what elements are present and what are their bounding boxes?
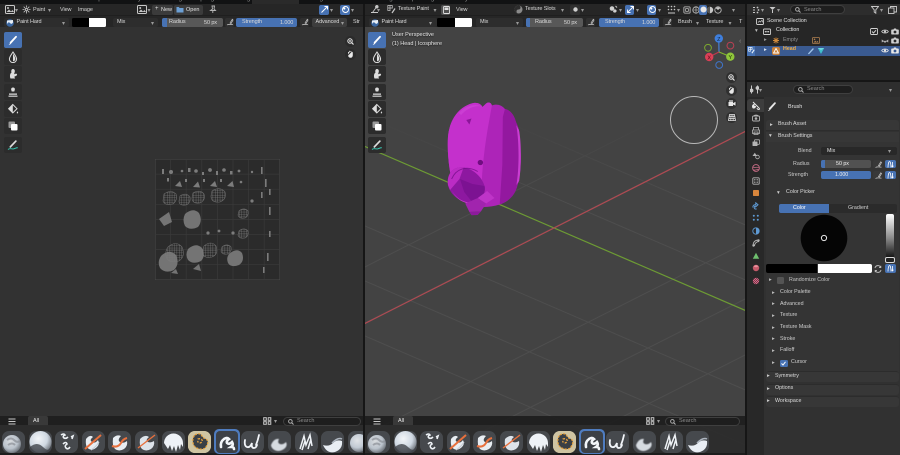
svg-text:Y: Y — [728, 55, 732, 61]
svg-text:X: X — [707, 55, 711, 61]
